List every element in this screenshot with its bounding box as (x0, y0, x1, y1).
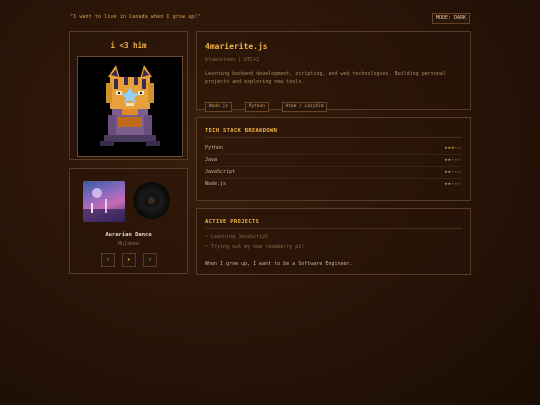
previous-track-button[interactable]: ‹ (101, 253, 115, 267)
star-empty-icon: ★ (457, 157, 461, 163)
user-bio: Learning backend development, scripting,… (205, 71, 446, 85)
star-empty-icon: ★ (457, 169, 461, 175)
album-cover (83, 181, 125, 222)
section-divider (205, 228, 462, 229)
skill-name: Node.js (205, 181, 227, 187)
header-quote: "I want to live in Canada when I grow up… (70, 14, 201, 20)
tag-nodejs: Node.js (205, 102, 232, 112)
play-button[interactable]: ▸ (122, 253, 136, 267)
skill-rating: ★★★★★ (444, 169, 461, 175)
projects-title: ACTIVE PROJECTS (205, 219, 260, 225)
skill-rating: ★★★★★ (444, 157, 461, 163)
track-title: Aurarian Dance (105, 232, 152, 238)
player-controls: ‹ ▸ › (101, 253, 157, 267)
username-handle: 4marierite.js (205, 42, 268, 51)
display-name: i <3 him (110, 41, 147, 50)
top-bar: "I want to live in Canada when I grow up… (70, 13, 470, 25)
star-empty-icon: ★ (457, 181, 461, 187)
tag-python: Python (244, 102, 269, 112)
section-divider (205, 137, 462, 138)
avatar (77, 56, 183, 157)
pixel-character-illustration (78, 57, 182, 156)
skill-rating: ★★★★★ (444, 181, 461, 187)
skill-name: Java (205, 157, 218, 163)
tech-stack-title: TECH STACK BREAKDOWN (205, 128, 278, 134)
skill-name: Python (205, 145, 224, 151)
skill-name: JavaScript (205, 169, 236, 175)
track-artist: Mujabee (117, 241, 140, 247)
user-meta: bluenoteen | UTC+2 (205, 57, 260, 63)
info-card: 4marierite.js bluenoteen | UTC+2 Learnin… (196, 31, 471, 112)
tag-editor: Atom / LazyVim (281, 102, 328, 112)
music-player: Aurarian Dance Mujabee ‹ ▸ › (69, 168, 188, 274)
skill-rating: ★★★★★ (444, 145, 461, 151)
project-item: ~ Learning JavaScript (205, 234, 269, 240)
active-projects-card: ACTIVE PROJECTS ~ Learning JavaScript ~ … (196, 208, 471, 275)
tag-list: Node.js Python Atom / LazyVim (205, 92, 330, 112)
vinyl-label (148, 197, 155, 204)
theme-mode-button[interactable]: MODE: DARK (431, 13, 470, 24)
tech-stack-card: TECH STACK BREAKDOWN Python ★★★★★ Java ★… (196, 117, 471, 201)
career-goal: When I grow up, I want to be a Software … (205, 261, 353, 267)
skill-row: Node.js ★★★★★ (205, 178, 462, 190)
next-track-button[interactable]: › (143, 253, 157, 267)
profile-card: i <3 him (69, 31, 188, 160)
album-art-illustration (83, 188, 125, 222)
star-empty-icon: ★ (457, 145, 461, 151)
project-item: ~ Trying out my new raspberry pi! (205, 244, 305, 250)
vinyl-record (133, 182, 170, 219)
